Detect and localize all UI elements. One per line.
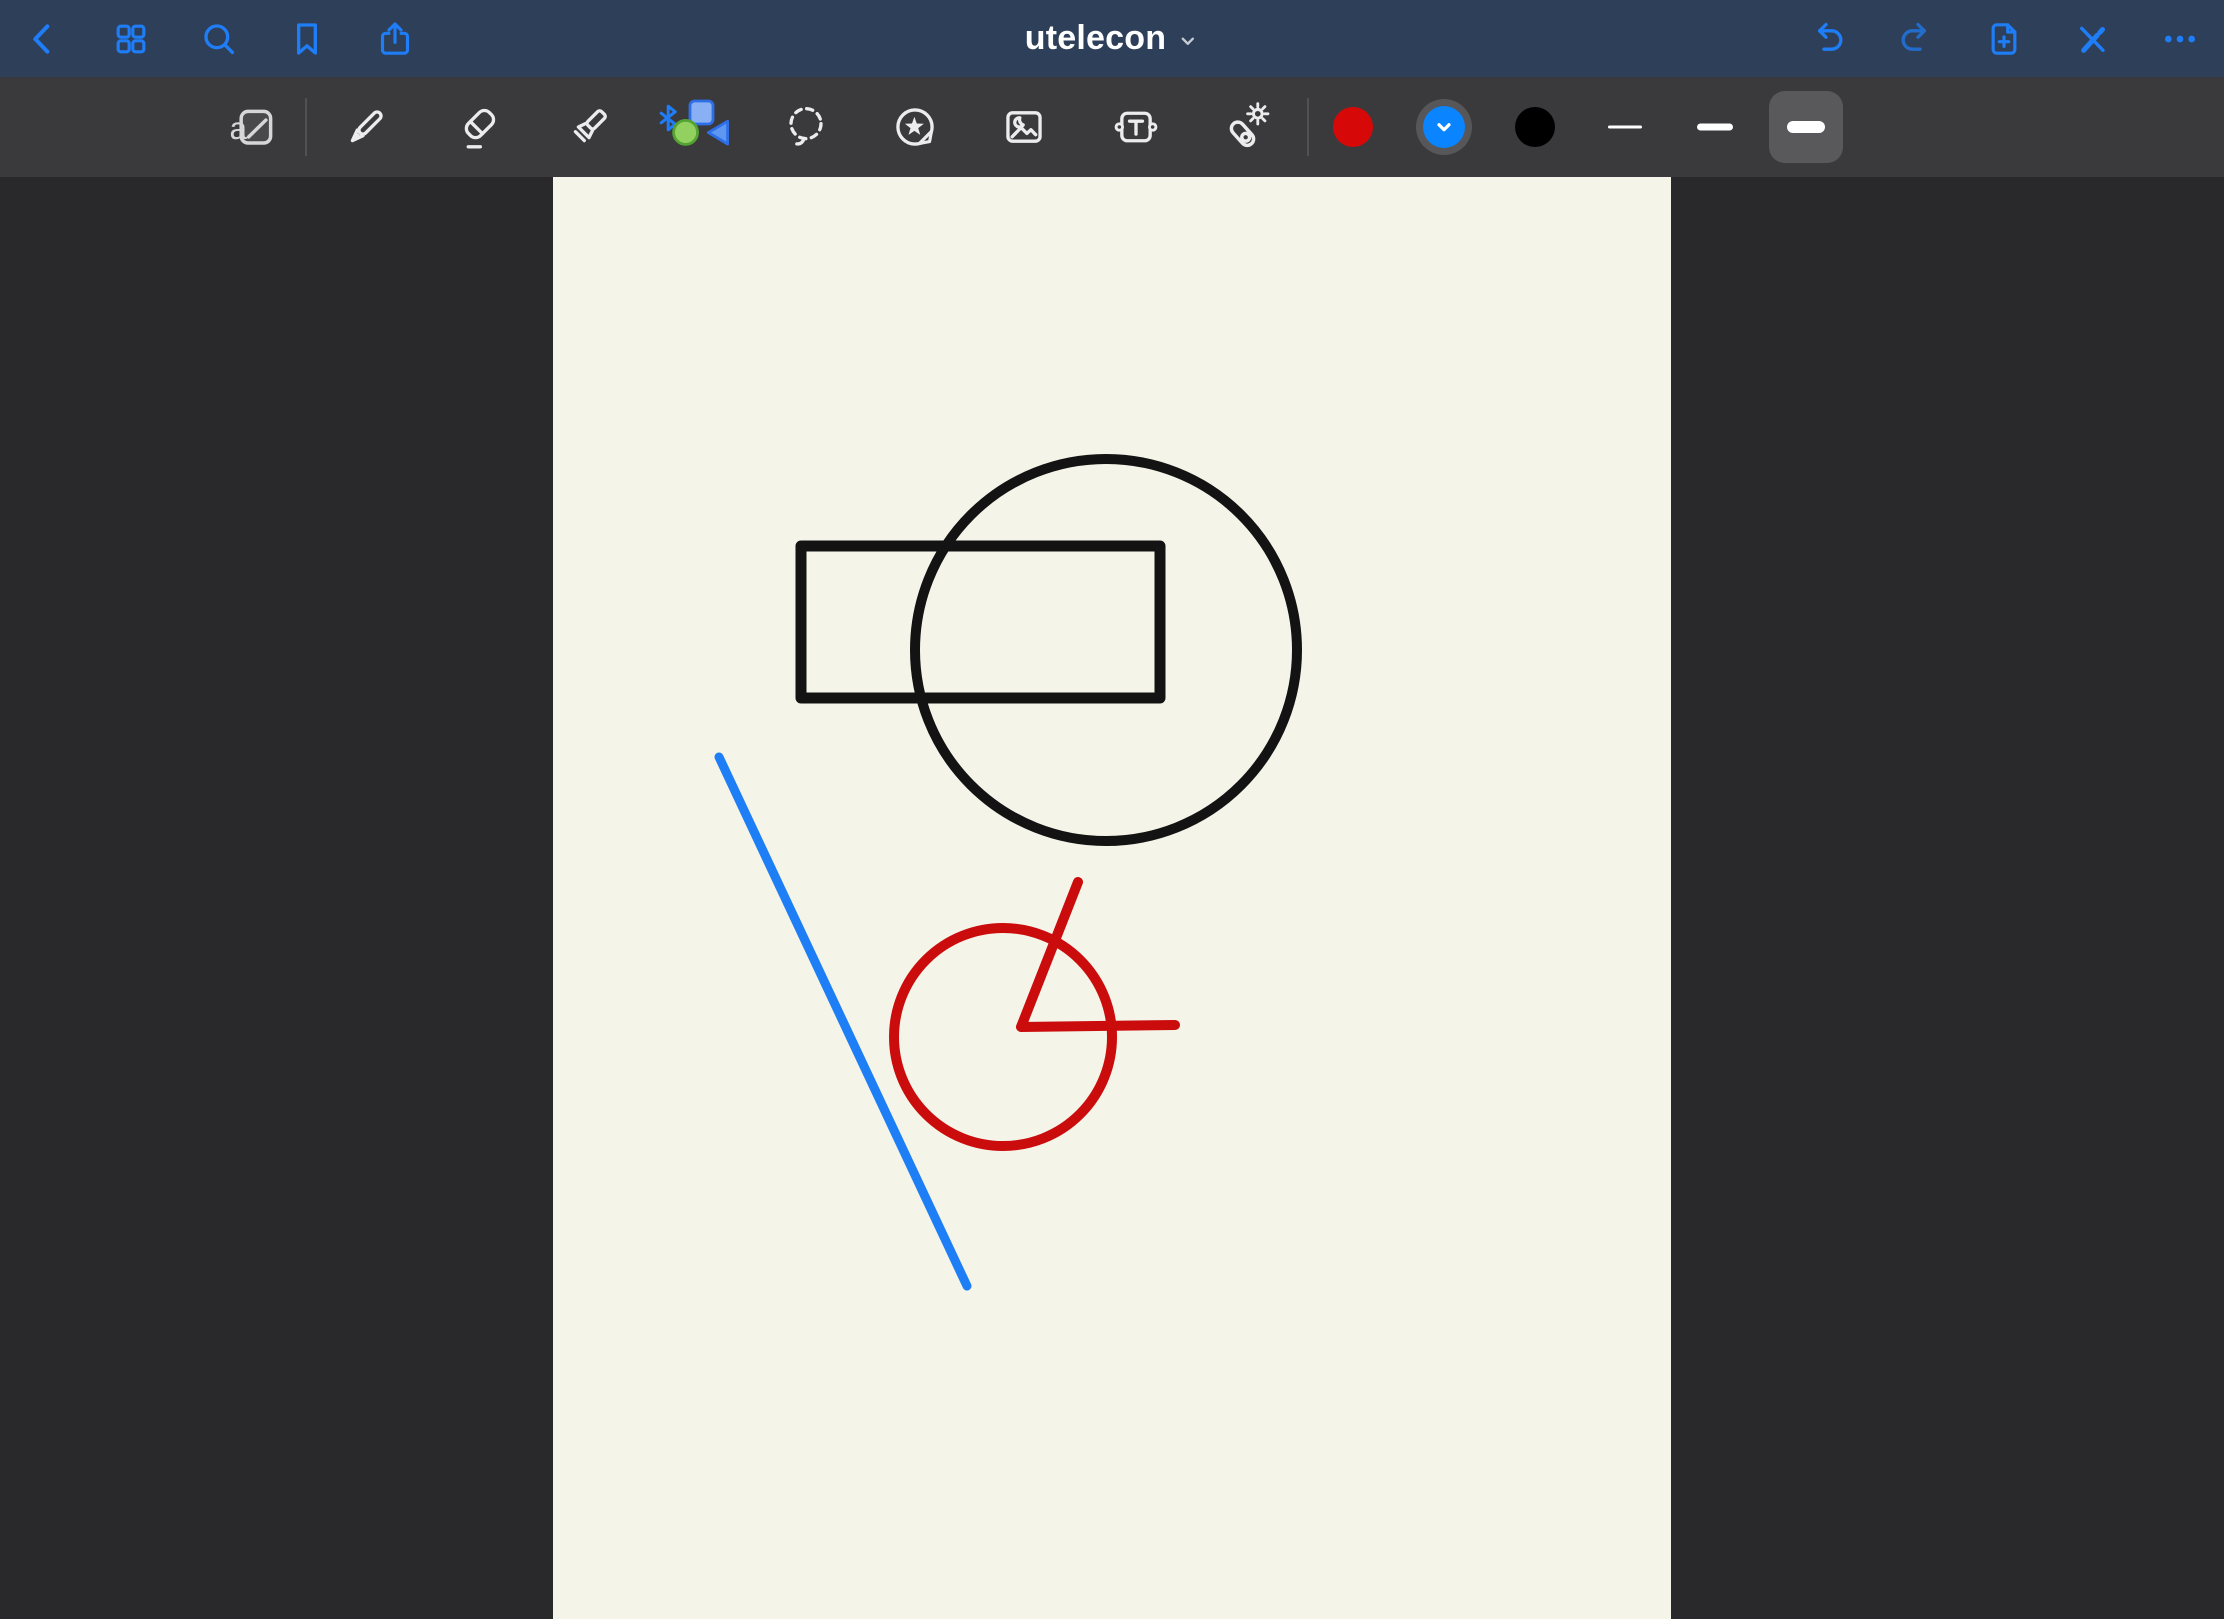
tools-toolbar: a <box>0 77 2224 177</box>
drawn-shape-line <box>719 757 967 1286</box>
toolbar-divider <box>1307 98 1309 156</box>
stroke-thickness-thick-selected[interactable] <box>1769 91 1843 163</box>
shapes-tool[interactable] <box>656 96 732 158</box>
color-swatch-blue-selected[interactable] <box>1423 106 1465 148</box>
drawn-shape-circle <box>915 459 1297 841</box>
text-tool[interactable] <box>1111 102 1161 152</box>
drawing-layer <box>553 177 1671 1619</box>
color-swatch-red[interactable] <box>1333 107 1373 147</box>
undo-icon[interactable] <box>1808 19 1848 59</box>
stickers-tool[interactable] <box>890 102 940 152</box>
svg-text:a: a <box>229 111 247 146</box>
pen-tool[interactable] <box>341 102 391 152</box>
eraser-tool[interactable] <box>452 102 502 152</box>
lasso-tool[interactable] <box>781 102 831 152</box>
image-tool[interactable] <box>999 102 1049 152</box>
stroke-thickness-medium[interactable] <box>1697 124 1733 131</box>
laser-pointer-tool[interactable] <box>1219 101 1271 153</box>
drawn-shape-polyline <box>1021 882 1175 1027</box>
toolbar-divider <box>305 98 307 156</box>
thumbnails-grid-icon[interactable] <box>111 19 151 59</box>
document-title-menu[interactable]: utelecon <box>1025 0 1199 77</box>
chevron-down-icon <box>1429 112 1459 142</box>
bluetooth-icon <box>661 106 675 130</box>
page-title: utelecon <box>1025 19 1166 58</box>
color-swatch-black[interactable] <box>1515 107 1555 147</box>
drawn-shape-circle <box>894 928 1112 1146</box>
canvas-area <box>0 177 2224 1619</box>
zoom-window-tool[interactable]: a <box>226 101 278 153</box>
search-icon[interactable] <box>199 19 239 59</box>
highlighter-tool[interactable] <box>564 102 614 152</box>
redo-icon[interactable] <box>1896 19 1936 59</box>
add-page-icon[interactable] <box>1984 19 2024 59</box>
notebook-page[interactable] <box>553 177 1671 1619</box>
drawn-shape-rect <box>801 546 1160 698</box>
pen-crossed-icon[interactable] <box>2072 19 2112 59</box>
chevron-down-icon <box>1177 26 1199 52</box>
navbar-left-group <box>23 0 415 77</box>
share-icon[interactable] <box>375 19 415 59</box>
stroke-thickness-thin[interactable] <box>1608 126 1642 129</box>
navbar-right-group <box>1808 0 2200 77</box>
back-chevron-icon[interactable] <box>23 19 63 59</box>
navigation-bar: utelecon <box>0 0 2224 77</box>
bookmark-icon[interactable] <box>287 19 327 59</box>
more-ellipsis-icon[interactable] <box>2160 19 2200 59</box>
